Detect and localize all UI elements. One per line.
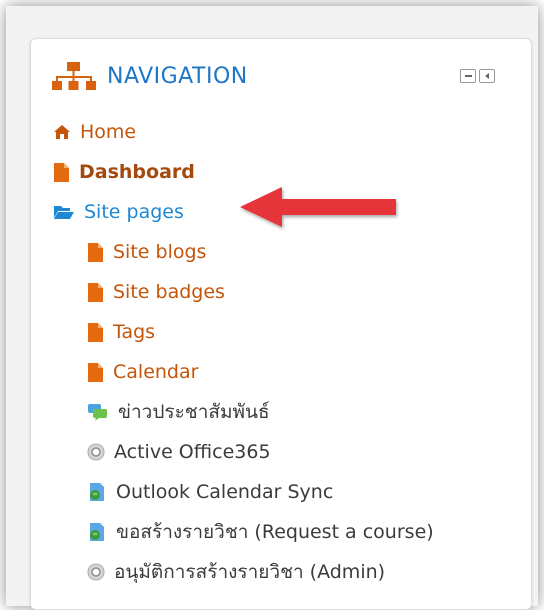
nav-item-tags[interactable]: Tags <box>53 312 531 352</box>
folder-open-icon <box>54 206 74 219</box>
nav-item-home[interactable]: Home <box>53 112 531 152</box>
block-controls <box>460 69 495 83</box>
forum-chat-icon <box>88 404 107 421</box>
sitemap-icon <box>52 62 96 90</box>
block-header: NAVIGATION <box>51 59 511 93</box>
nav-link-calendar[interactable]: Calendar <box>113 361 198 383</box>
nav-item-active-office365[interactable]: Active Office365 <box>53 432 531 472</box>
nav-link-approve-course-admin[interactable]: อนุมัติการสร้างรายวิชา (Admin) <box>114 557 385 587</box>
navigation-block: NAVIGATION Home Dashboard Site pages Sit… <box>30 38 532 610</box>
nav-item-outlook-calendar-sync[interactable]: Outlook Calendar Sync <box>53 472 531 512</box>
page-icon <box>88 362 103 382</box>
page-icon <box>88 322 103 342</box>
globe-page-icon <box>90 483 104 501</box>
gear-icon <box>87 563 105 581</box>
nav-link-tags[interactable]: Tags <box>113 321 155 343</box>
globe-page-icon <box>90 523 104 541</box>
page-icon <box>88 242 103 262</box>
nav-item-calendar[interactable]: Calendar <box>53 352 531 392</box>
nav-item-site-blogs[interactable]: Site blogs <box>53 232 531 272</box>
nav-link-site-blogs[interactable]: Site blogs <box>113 241 206 263</box>
nav-link-dashboard[interactable]: Dashboard <box>79 161 195 183</box>
nav-link-site-badges[interactable]: Site badges <box>113 281 225 303</box>
annotation-arrow-icon <box>240 187 396 227</box>
nav-item-approve-course-admin[interactable]: อนุมัติการสร้างรายวิชา (Admin) <box>53 552 531 592</box>
dock-icon[interactable] <box>479 69 495 83</box>
home-icon <box>54 125 70 139</box>
nav-link-active-office365[interactable]: Active Office365 <box>114 441 271 463</box>
nav-link-home[interactable]: Home <box>80 121 136 143</box>
nav-link-site-pages[interactable]: Site pages <box>84 201 184 223</box>
gear-icon <box>87 443 105 461</box>
minimize-icon[interactable] <box>460 69 476 83</box>
nav-link-outlook-calendar-sync[interactable]: Outlook Calendar Sync <box>116 481 333 503</box>
block-title: NAVIGATION <box>107 63 248 89</box>
nav-link-news-forum[interactable]: ข่าวประชาสัมพันธ์ <box>118 397 270 427</box>
nav-item-site-badges[interactable]: Site badges <box>53 272 531 312</box>
page-icon <box>88 282 103 302</box>
nav-link-request-course[interactable]: ขอสร้างรายวิชา (Request a course) <box>116 517 434 547</box>
nav-item-request-course[interactable]: ขอสร้างรายวิชา (Request a course) <box>53 512 531 552</box>
page-icon <box>54 162 69 182</box>
nav-item-news-forum[interactable]: ข่าวประชาสัมพันธ์ <box>53 392 531 432</box>
